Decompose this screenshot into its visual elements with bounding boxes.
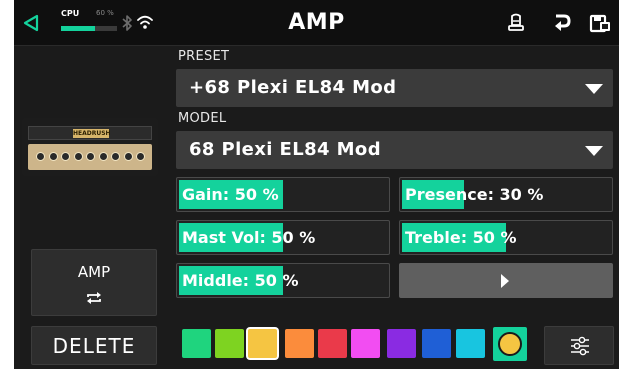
amp-badge: HEADRUSH [73, 129, 111, 138]
param-gain-label: Gain: 50 % [182, 185, 279, 204]
next-page-button[interactable] [399, 263, 613, 298]
color-swatch-orange[interactable] [285, 329, 314, 358]
circle-icon [498, 332, 522, 356]
color-swatch-yellow[interactable] [248, 329, 277, 358]
model-value: 68 Plexi EL84 Mod [189, 139, 381, 160]
param-middle[interactable]: Middle: 50 % [176, 263, 390, 298]
model-dropdown[interactable]: 68 Plexi EL84 Mod [176, 131, 613, 169]
preset-label: PRESET [178, 49, 230, 64]
amp-knob [98, 152, 108, 161]
settings-button[interactable] [544, 326, 614, 365]
color-swatch-purple[interactable] [387, 329, 416, 358]
color-swatch-red[interactable] [318, 329, 347, 358]
param-middle-label: Middle: 50 % [182, 271, 299, 290]
amp-knob-row [36, 152, 146, 164]
amp-block-button[interactable]: AMP [31, 249, 157, 316]
param-master-volume[interactable]: Mast Vol: 50 % [176, 220, 390, 255]
amp-knob [111, 152, 120, 161]
page-title: AMP [288, 10, 345, 35]
delete-button[interactable]: DELETE [31, 326, 157, 365]
next-arrow-icon [501, 274, 509, 288]
amp-knob [48, 152, 58, 161]
param-treble[interactable]: Treble: 50 % [399, 220, 613, 255]
amp-knob [61, 152, 70, 161]
color-swatch-lime[interactable] [215, 329, 244, 358]
chevron-down-icon [585, 146, 603, 156]
preset-dropdown[interactable]: +68 Plexi EL84 Mod [176, 69, 613, 107]
color-swatch-magenta[interactable] [351, 329, 380, 358]
param-presence-label: Presence: 30 % [405, 185, 544, 204]
cycle-icon [86, 290, 102, 304]
chevron-down-icon [585, 84, 603, 94]
amp-block-label: AMP [77, 263, 111, 281]
amp-knob [73, 152, 83, 161]
param-master-volume-label: Mast Vol: 50 % [182, 228, 316, 247]
param-treble-label: Treble: 50 % [405, 228, 517, 247]
app-screen: CPU 60 % AMP HEADRUSH AMP DELETE PRESET … [14, 0, 619, 369]
save-icon[interactable] [589, 12, 611, 34]
param-presence[interactable]: Presence: 30 % [399, 177, 613, 212]
return-arrow-icon[interactable] [552, 12, 572, 34]
amp-control-panel [28, 144, 152, 170]
tuner-icon[interactable] [506, 12, 526, 34]
color-swatch-auto[interactable] [493, 327, 527, 361]
amp-knob [123, 152, 133, 161]
amp-head-image: HEADRUSH [22, 118, 158, 176]
color-swatch-green[interactable] [182, 329, 211, 358]
param-gain[interactable]: Gain: 50 % [176, 177, 390, 212]
model-label: MODEL [178, 111, 227, 126]
amp-knob [36, 152, 45, 161]
amp-top-panel: HEADRUSH [28, 126, 152, 140]
amp-knob [86, 152, 95, 161]
color-swatch-blue[interactable] [422, 329, 451, 358]
color-swatch-cyan[interactable] [456, 329, 485, 358]
amp-knob [136, 152, 145, 161]
preset-value: +68 Plexi EL84 Mod [189, 77, 397, 98]
settings-sliders-icon [569, 335, 591, 357]
